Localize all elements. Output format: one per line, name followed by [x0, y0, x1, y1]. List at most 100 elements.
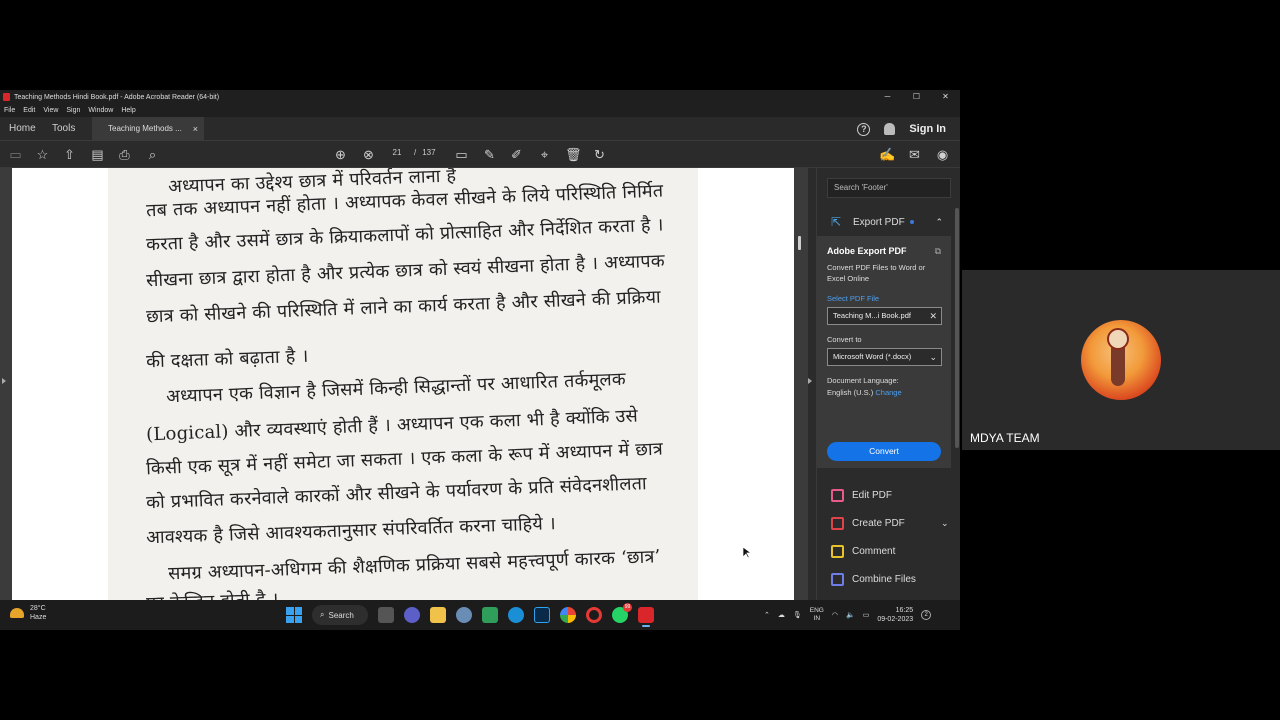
tool-create-pdf[interactable]: Create PDF ⌄: [831, 512, 949, 534]
text-line: अध्यापन एक विज्ञान है जिसमें किन्ही सिद्…: [165, 368, 627, 408]
tool-edit-pdf[interactable]: Edit PDF: [831, 484, 892, 506]
file-explorer-icon[interactable]: [430, 607, 446, 623]
weather-condition: Haze: [30, 614, 47, 621]
participant-avatar: [1081, 320, 1161, 400]
whatsapp-icon[interactable]: 99: [612, 603, 632, 623]
taskbar-search[interactable]: ⌕ Search: [312, 605, 368, 625]
close-button[interactable]: ✕: [931, 90, 960, 104]
chevron-up-icon[interactable]: ⌃: [764, 611, 770, 619]
clock[interactable]: 16:25 09-02-2023: [877, 606, 913, 624]
weather-widget[interactable]: 28°C Haze: [10, 604, 46, 622]
notification-count[interactable]: 2: [921, 610, 932, 620]
comment-tool-icon: [831, 544, 844, 558]
photoshop-icon[interactable]: [534, 607, 550, 623]
bookmark-star-icon[interactable]: ☆: [35, 147, 50, 162]
tab-close-icon[interactable]: ×: [193, 117, 198, 141]
taskbar: 28°C Haze ⌕ Search 99 ⌃ ☁ 🎙 ENG IN ◠ 🔈 ▭…: [0, 600, 960, 630]
tools-search-input[interactable]: Search 'Footer': [827, 178, 951, 198]
left-pane-toggle-icon[interactable]: [2, 378, 6, 384]
windows-start-icon[interactable]: [286, 607, 302, 623]
tool-label: Comment: [852, 545, 896, 557]
tool-label: Create PDF: [852, 517, 905, 529]
print-icon[interactable]: ⎙: [117, 147, 132, 162]
comment-icon[interactable]: ▭: [454, 147, 469, 162]
copy-icon[interactable]: ⧉: [935, 246, 941, 257]
text-line: छात्र को सीखने की परिस्थिति में लाने का …: [145, 286, 662, 328]
acrobat-taskbar-icon[interactable]: [638, 607, 654, 627]
tab-document[interactable]: Teaching Methods ... ×: [92, 117, 204, 141]
upload-icon[interactable]: ⇧: [62, 147, 77, 162]
search-icon: ⌕: [320, 610, 325, 619]
edit-tool-icon[interactable]: ⌖: [537, 147, 552, 162]
chevron-down-icon[interactable]: ⌄: [941, 518, 949, 529]
opera-browser-icon[interactable]: [586, 607, 602, 623]
minimize-button[interactable]: ─: [873, 90, 902, 104]
page-tool-icon[interactable]: ▤: [90, 147, 105, 162]
pane-scrollbar[interactable]: [955, 208, 959, 448]
tool-combine-files[interactable]: Combine Files: [831, 568, 916, 590]
menu-bar: File Edit View Sign Window Help: [0, 104, 960, 117]
previous-page-icon[interactable]: ⊕: [333, 147, 348, 162]
save-icon[interactable]: ▭: [8, 147, 23, 162]
help-icon[interactable]: ?: [857, 122, 871, 136]
microphone-icon[interactable]: 🎙: [793, 611, 802, 619]
document-viewer[interactable]: अध्यापन का उद्देश्य छात्र में परिवर्तन ल…: [0, 168, 812, 600]
tab-document-label: Teaching Methods ...: [108, 124, 182, 133]
delete-icon[interactable]: 🗑: [565, 147, 582, 162]
text-line: सीखना छात्र द्वारा होता है और प्रत्येक छ…: [145, 250, 666, 292]
language-indicator[interactable]: ENG IN: [810, 607, 824, 623]
language-code: ENG: [809, 607, 824, 614]
page-number-input[interactable]: 21: [386, 148, 408, 157]
export-pdf-label: Export PDF: [853, 216, 905, 228]
cloud-icon[interactable]: ☁: [778, 611, 785, 619]
settings-icon[interactable]: [456, 607, 472, 623]
battery-icon[interactable]: ▭: [863, 611, 870, 619]
rotate-icon[interactable]: ↻: [592, 147, 607, 162]
change-language-link[interactable]: Change: [875, 388, 901, 397]
text-line: आवश्यक है जिसे आवश्यकतानुसार संपरिवर्तित…: [145, 513, 557, 549]
menu-sign[interactable]: Sign: [66, 107, 80, 114]
menu-view[interactable]: View: [43, 107, 58, 114]
tool-comment[interactable]: Comment: [831, 540, 895, 562]
chevron-down-icon: ⌄: [929, 352, 937, 362]
tool-label: Combine Files: [852, 573, 916, 585]
page-total: 137: [422, 148, 436, 157]
combine-files-icon: [831, 572, 844, 586]
active-app-indicator: [642, 625, 650, 627]
menu-edit[interactable]: Edit: [23, 107, 35, 114]
zoom-search-icon[interactable]: ⌕: [145, 147, 160, 162]
format-select[interactable]: Microsoft Word (*.docx) ⌄: [827, 348, 942, 366]
menu-file[interactable]: File: [4, 107, 15, 114]
draw-icon[interactable]: ✐: [509, 147, 524, 162]
share-user-icon[interactable]: ◉: [935, 147, 950, 162]
maximize-button[interactable]: ☐: [902, 90, 931, 104]
weather-text: 28°C Haze: [30, 604, 46, 622]
sign-in-button[interactable]: Sign In: [909, 123, 946, 135]
scanned-page-image: अध्यापन का उद्देश्य छात्र में परिवर्तन ल…: [108, 168, 698, 600]
clear-file-icon[interactable]: ✕: [929, 308, 937, 324]
vertical-scrollbar[interactable]: [798, 236, 801, 250]
chevron-up-icon[interactable]: ⌃: [935, 217, 943, 228]
mail-icon[interactable]: ✉: [907, 147, 922, 162]
menu-help[interactable]: Help: [121, 107, 135, 114]
highlight-icon[interactable]: ✎: [482, 147, 497, 162]
chrome-browser-icon[interactable]: [560, 607, 576, 623]
task-view-icon[interactable]: [378, 607, 394, 623]
volume-icon[interactable]: 🔈: [846, 611, 855, 619]
tab-bar: Home Tools Teaching Methods ... × ? Sign…: [0, 117, 960, 141]
menu-window[interactable]: Window: [88, 107, 113, 114]
export-pdf-header[interactable]: ⇱ Export PDF ⌃: [817, 208, 951, 236]
tab-home[interactable]: Home: [9, 117, 36, 141]
right-pane-toggle-icon[interactable]: [808, 378, 812, 384]
bell-icon[interactable]: [884, 123, 896, 135]
avatar-head: [1107, 328, 1129, 350]
wifi-icon[interactable]: ◠: [832, 611, 838, 619]
selected-file-field[interactable]: Teaching M...i Book.pdf ✕: [827, 307, 942, 325]
next-page-icon[interactable]: ⊗: [361, 147, 376, 162]
edge-browser-icon[interactable]: [508, 607, 524, 623]
fill-sign-icon[interactable]: ✍: [879, 147, 895, 162]
tab-tools[interactable]: Tools: [52, 117, 75, 141]
spreadsheet-app-icon[interactable]: [482, 607, 498, 623]
teams-chat-icon[interactable]: [404, 607, 420, 623]
convert-button[interactable]: Convert: [827, 442, 941, 461]
